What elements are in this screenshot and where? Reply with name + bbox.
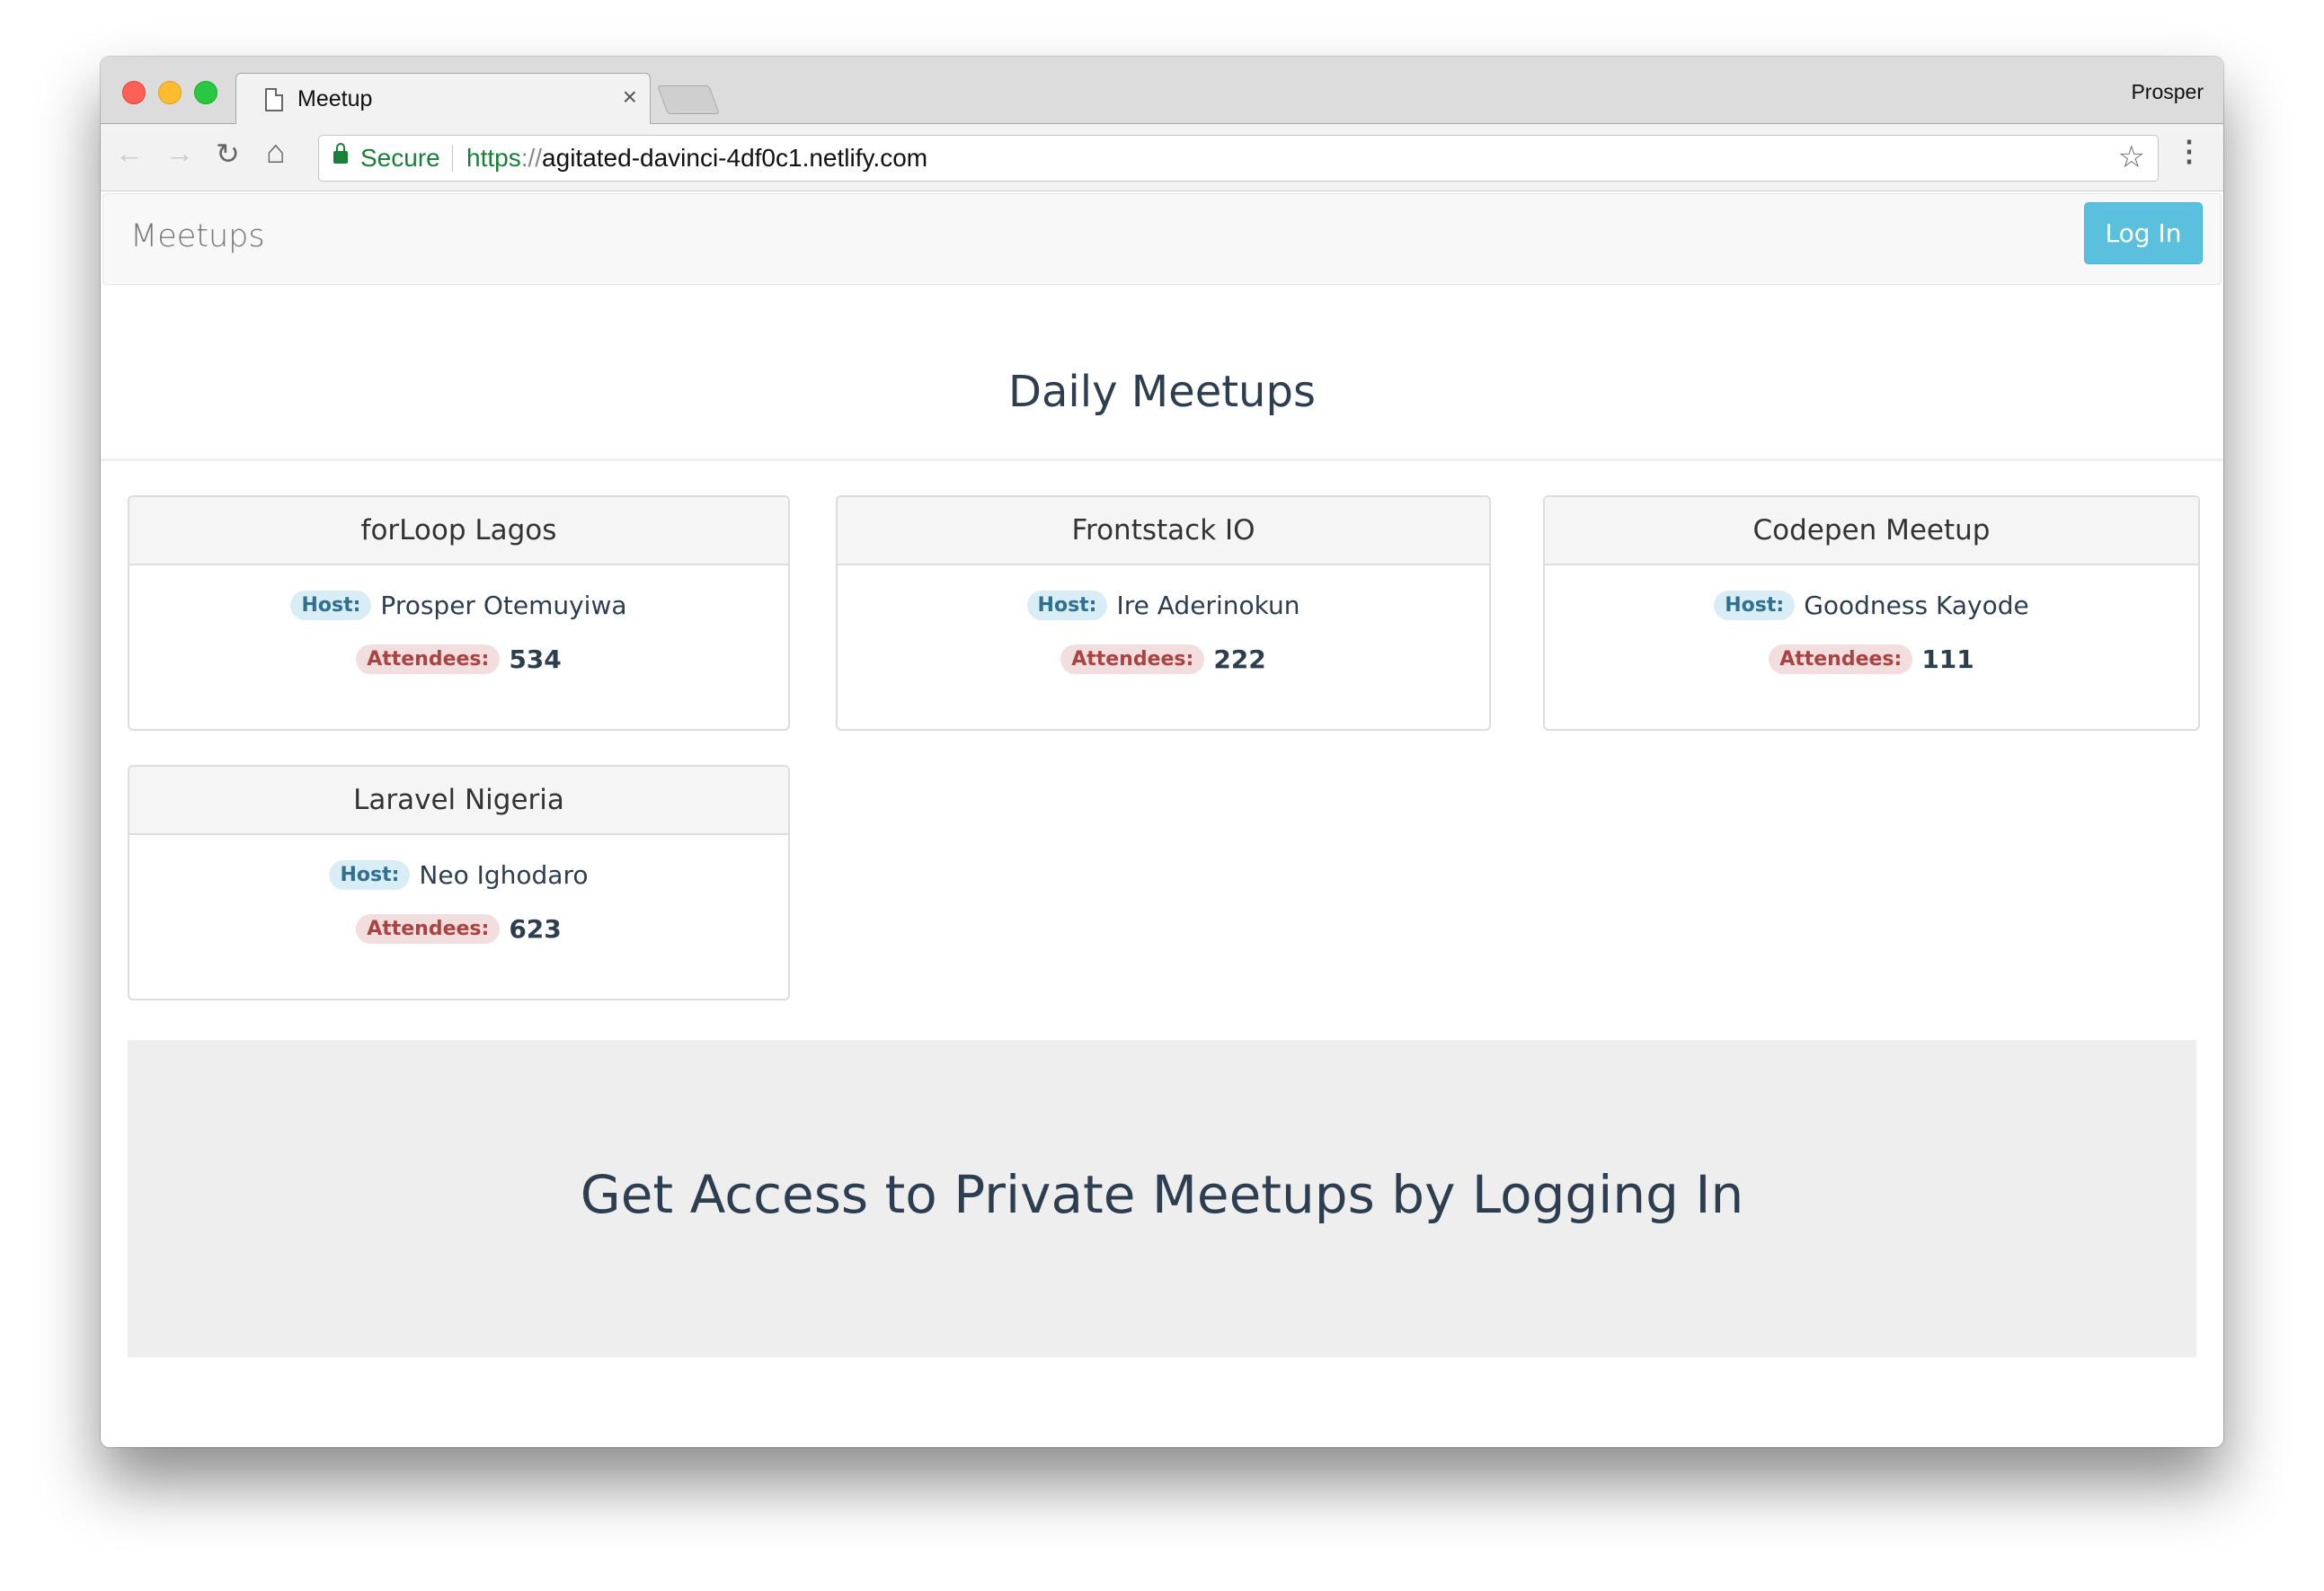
navbar-brand[interactable]: Meetups xyxy=(130,218,265,254)
lock-icon xyxy=(333,143,348,164)
login-prompt-jumbotron: Get Access to Private Meetups by Logging… xyxy=(128,1040,2196,1357)
host-badge: Host: xyxy=(1714,590,1796,620)
meetup-name: Laravel Nigeria xyxy=(129,767,788,835)
navbar: Meetups Log In xyxy=(102,193,2222,285)
attendees-badge: Attendees: xyxy=(356,644,501,674)
forward-arrow-icon[interactable]: → xyxy=(165,137,194,170)
tab-meetup[interactable]: Meetup × xyxy=(235,73,651,125)
home-icon[interactable]: ⌂ xyxy=(266,133,286,171)
meetup-name: Codepen Meetup xyxy=(1545,497,2198,565)
meetup-card: Laravel Nigeria Host: Neo Ighodaro Attend… xyxy=(128,765,790,1000)
browser-window: Meetup × Prosper ← → ↻ ⌂ Secure https://… xyxy=(101,57,2223,1447)
meetup-card: Codepen Meetup Host: Goodness Kayode Atte… xyxy=(1543,495,2200,731)
tab-strip: Meetup × Prosper xyxy=(101,57,2223,125)
secure-label: Secure xyxy=(360,144,440,172)
host-badge: Host: xyxy=(329,859,411,890)
attendees-badge: Attendees: xyxy=(356,913,501,944)
meetup-name: forLoop Lagos xyxy=(129,497,788,565)
browser-toolbar: ← → ↻ ⌂ Secure https://agitated-davinci-… xyxy=(101,124,2223,191)
attendees-badge: Attendees: xyxy=(1060,644,1205,674)
page-content: Meetups Log In Daily Meetups forLoop Lag… xyxy=(101,191,2223,1447)
host-name: Ire Aderinokun xyxy=(1116,590,1300,620)
browser-menu-icon[interactable]: ⋮ xyxy=(2175,137,2204,165)
meetup-card: Frontstack IO Host: Ire Aderinokun Attend… xyxy=(836,495,1491,731)
host-badge: Host: xyxy=(290,590,372,620)
minimize-window-button[interactable] xyxy=(158,81,182,104)
host-badge: Host: xyxy=(1026,590,1108,620)
close-window-button[interactable] xyxy=(122,81,146,104)
maximize-window-button[interactable] xyxy=(194,81,217,104)
divider xyxy=(101,458,2223,461)
page-title: Daily Meetups xyxy=(1008,367,1316,417)
profile-name[interactable]: Prosper xyxy=(2131,80,2204,104)
tab-close-icon[interactable]: × xyxy=(623,83,637,111)
url-scheme: https xyxy=(466,144,521,172)
url-host: agitated-davinci-4df0c1.netlify.com xyxy=(542,144,928,172)
host-name: Goodness Kayode xyxy=(1804,590,2029,620)
meetup-card: forLoop Lagos Host: Prosper Otemuyiwa Att… xyxy=(128,495,790,731)
tab-title: Meetup xyxy=(297,86,373,111)
address-bar[interactable]: Secure https://agitated-davinci-4df0c1.n… xyxy=(318,135,2159,182)
bookmark-star-icon[interactable]: ☆ xyxy=(2118,139,2145,175)
meetup-name: Frontstack IO xyxy=(838,497,1489,565)
host-name: Prosper Otemuyiwa xyxy=(380,590,627,620)
back-arrow-icon[interactable]: ← xyxy=(115,137,144,170)
attendees-badge: Attendees: xyxy=(1769,644,1913,674)
attendees-count: 623 xyxy=(509,913,562,944)
document-icon xyxy=(265,88,283,111)
url-slashes: :// xyxy=(520,144,543,172)
url-text[interactable]: https://agitated-davinci-4df0c1.netlify.… xyxy=(466,144,927,173)
reload-icon[interactable]: ↻ xyxy=(216,137,240,171)
omnibox-separator xyxy=(452,145,453,172)
host-name: Neo Ighodaro xyxy=(419,859,589,890)
new-tab-button[interactable] xyxy=(657,85,720,114)
attendees-count: 534 xyxy=(509,644,562,674)
login-prompt-text: Get Access to Private Meetups by Logging… xyxy=(580,1164,1744,1225)
attendees-count: 222 xyxy=(1213,644,1266,674)
attendees-count: 111 xyxy=(1921,644,1974,674)
login-button[interactable]: Log In xyxy=(2084,202,2203,264)
